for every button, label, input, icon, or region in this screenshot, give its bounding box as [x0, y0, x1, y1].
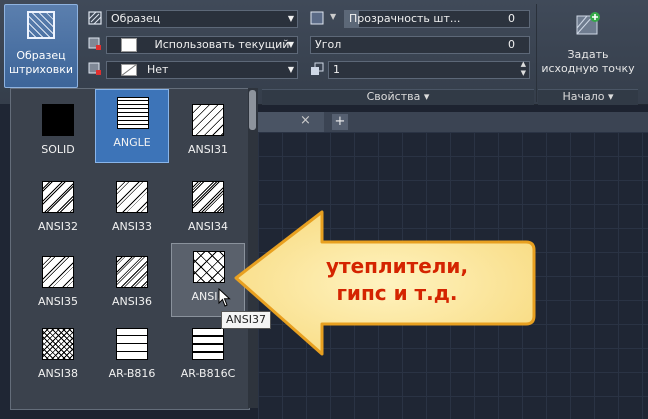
- callout-text: утеплители, гипс и т.д.: [312, 253, 482, 307]
- mouse-pointer-icon: [218, 288, 231, 307]
- pattern-tile-solid[interactable]: SOLID: [21, 97, 95, 171]
- origin-panel-title[interactable]: Начало ▾: [538, 89, 638, 105]
- pattern-preview: [42, 104, 74, 136]
- pattern-tile-ansi32[interactable]: ANSI32: [21, 174, 95, 248]
- pattern-preview: [193, 251, 225, 283]
- callout-line2: гипс и т.д.: [336, 281, 458, 305]
- canvas-left-strip: [0, 104, 10, 419]
- chevron-down-icon: ▼: [287, 14, 294, 23]
- angle-label: Угол: [315, 38, 342, 51]
- pattern-preview: [192, 104, 224, 136]
- scale-field[interactable]: 1 ▲ ▼: [328, 60, 530, 79]
- pattern-tile-angle[interactable]: ANGLE: [95, 89, 169, 163]
- pattern-name: ANSI31: [188, 143, 228, 156]
- callout-line1: утеплители,: [325, 254, 469, 278]
- chevron-down-icon[interactable]: ▼: [330, 12, 336, 21]
- pattern-preview: [42, 256, 74, 288]
- hatch-color-icon: [88, 37, 101, 50]
- hatch-pattern-button[interactable]: Образец штриховки: [4, 4, 78, 88]
- scale-value: 1: [333, 63, 340, 76]
- pattern-tile-ansi35[interactable]: ANSI35: [21, 249, 95, 323]
- origin-line2: исходную точку: [541, 62, 635, 75]
- drawing-tab[interactable]: ×: [258, 112, 324, 132]
- background-color-combo[interactable]: Нет ▼: [106, 61, 298, 79]
- angle-slider[interactable]: Угол 0: [310, 36, 530, 54]
- chevron-down-icon: ▼: [287, 65, 294, 74]
- set-origin-button[interactable]: Задать исходную точку: [538, 48, 638, 76]
- hatch-color-value: Использовать текущий: [154, 38, 290, 51]
- file-tab-bar: × +: [258, 112, 648, 132]
- color-swatch: [121, 38, 137, 52]
- background-color-icon: [88, 62, 101, 75]
- pattern-preview: [116, 256, 148, 288]
- pattern-name: AR-B816C: [180, 367, 236, 380]
- scrollbar-thumb[interactable]: [249, 90, 256, 130]
- pattern-name: ANSI32: [38, 220, 78, 233]
- pattern-name: ANSI35: [38, 295, 78, 308]
- pattern-tile-ansi31[interactable]: ANSI31: [171, 97, 245, 171]
- set-origin-icon: [576, 12, 600, 35]
- pattern-preview: [116, 328, 148, 360]
- transparency-slider[interactable]: Прозрачность шт... 0: [344, 10, 530, 28]
- pattern-type-icon: [88, 11, 102, 25]
- pattern-name: SOLID: [41, 143, 75, 156]
- pattern-preview: [42, 181, 74, 213]
- pattern-type-combo[interactable]: Образец ▼: [106, 10, 298, 28]
- pattern-preview: [192, 328, 224, 360]
- hatch-pattern-gallery: SOLID ANGLE ANSI31 ANSI32 ANSI33 ANSI34 ANSI35…: [10, 88, 250, 410]
- hatch-color-combo[interactable]: Использовать текущий ▼: [106, 36, 298, 54]
- transparency-label: Прозрачность шт...: [349, 12, 461, 25]
- pattern-tile-ar-b816[interactable]: AR-B816: [95, 321, 169, 395]
- pattern-tile-ansi38[interactable]: ANSI38: [21, 321, 95, 395]
- hatch-button-line1: Образец: [16, 49, 66, 62]
- origin-panel-label: Начало: [562, 90, 605, 103]
- close-icon[interactable]: ×: [300, 113, 311, 128]
- pattern-type-value: Образец: [111, 12, 161, 25]
- properties-panel-label: Свойства: [366, 90, 421, 103]
- chevron-down-icon: ▾: [607, 90, 614, 103]
- chevron-down-icon: ▼: [287, 40, 294, 49]
- pattern-preview: [42, 328, 74, 360]
- scale-icon: [311, 62, 324, 75]
- origin-line1: Задать: [567, 48, 609, 61]
- transparency-value: 0: [508, 12, 515, 25]
- no-color-swatch: [121, 64, 137, 76]
- pattern-preview: [116, 181, 148, 213]
- pattern-tile-ansi33[interactable]: ANSI33: [95, 174, 169, 248]
- properties-panel-title[interactable]: Свойства ▾: [262, 89, 534, 105]
- add-tab-button[interactable]: +: [332, 114, 348, 130]
- pattern-tile-ansi36[interactable]: ANSI36: [95, 249, 169, 323]
- pattern-name: ANGLE: [113, 136, 151, 149]
- pattern-name: ANSI36: [112, 295, 152, 308]
- chevron-down-icon: ▾: [423, 90, 430, 103]
- angle-value: 0: [508, 38, 515, 51]
- transparency-icon: [310, 11, 324, 25]
- pattern-name: ANSI33: [112, 220, 152, 233]
- pattern-name: AR-B816: [108, 367, 156, 380]
- hatch-button-line2: штриховки: [8, 63, 74, 76]
- hatch-pattern-icon: [27, 11, 55, 39]
- pattern-preview: [117, 97, 149, 129]
- background-color-value: Нет: [147, 63, 169, 76]
- pattern-preview: [192, 181, 224, 213]
- pattern-name: ANSI38: [38, 367, 78, 380]
- spinner-icon[interactable]: ▲ ▼: [521, 60, 526, 78]
